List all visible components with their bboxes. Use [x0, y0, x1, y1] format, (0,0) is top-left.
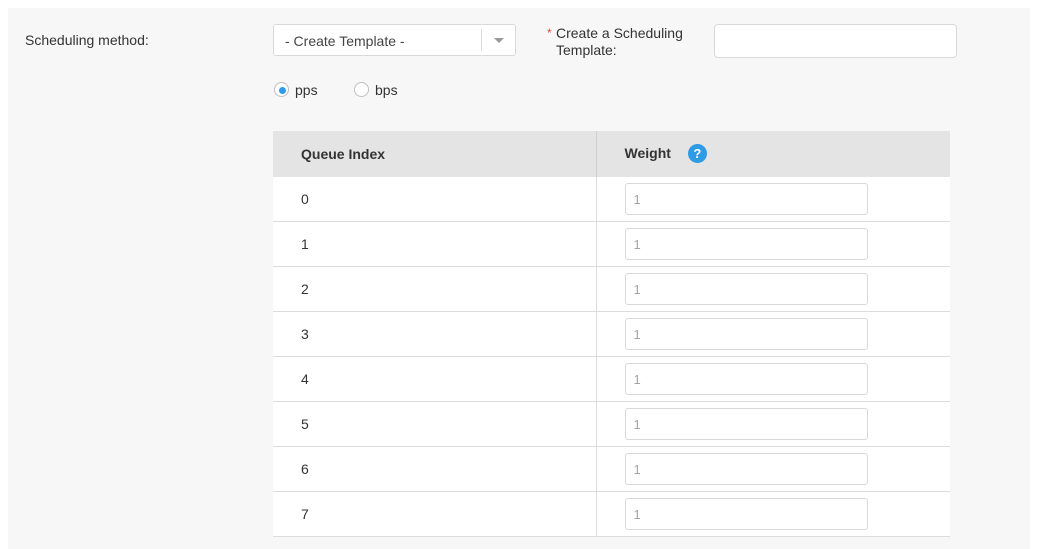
radio-pps-circle[interactable]: [274, 82, 289, 97]
table-row: 5: [273, 401, 950, 447]
scheduling-method-label: Scheduling method:: [25, 32, 149, 48]
table-row: 1: [273, 221, 950, 267]
weight-input[interactable]: [624, 273, 868, 305]
weight-cell: [595, 221, 950, 267]
radio-pps-label[interactable]: pps: [295, 82, 318, 98]
required-marker: *: [547, 26, 552, 40]
weight-cell: [595, 311, 950, 357]
queue-index-header-label: Queue Index: [301, 146, 386, 162]
scheduling-method-select[interactable]: - Create Template -: [273, 24, 516, 56]
help-icon[interactable]: ?: [687, 143, 707, 163]
weight-header: Weight?: [595, 131, 950, 177]
weight-header-label: Weight: [624, 144, 671, 161]
radio-selected-dot: [279, 87, 286, 94]
queue-index-cell: 0: [273, 177, 596, 222]
table-row: 6: [273, 446, 950, 492]
queue-index-cell: 3: [273, 311, 596, 357]
queue-index-cell: 5: [273, 401, 596, 447]
weight-input[interactable]: [624, 408, 868, 440]
weight-cell: [595, 356, 950, 402]
queue-index-header: Queue Index: [273, 131, 596, 177]
radio-bps-label[interactable]: bps: [375, 82, 398, 98]
weight-input[interactable]: [624, 363, 868, 395]
weight-cell: [595, 401, 950, 447]
weight-input[interactable]: [624, 228, 868, 260]
table-row: 2: [273, 266, 950, 312]
queue-weight-table: Queue Index Weight? 0 1 2 3 4 5 6: [273, 131, 950, 537]
weight-input[interactable]: [624, 453, 868, 485]
chevron-down-icon[interactable]: [494, 38, 504, 43]
weight-cell: [595, 266, 950, 312]
table-header-row: Queue Index Weight?: [273, 131, 950, 177]
create-template-label: Create a Scheduling Template:: [556, 25, 683, 58]
table-row: 4: [273, 356, 950, 402]
weight-cell: [595, 446, 950, 492]
table-row: 3: [273, 311, 950, 357]
weight-cell: [595, 491, 950, 537]
queue-index-cell: 7: [273, 491, 596, 537]
create-template-input[interactable]: [714, 24, 957, 58]
queue-index-cell: 1: [273, 221, 596, 267]
weight-input[interactable]: [624, 498, 868, 530]
queue-index-cell: 6: [273, 446, 596, 492]
table-row: 0: [273, 177, 950, 222]
queue-index-cell: 2: [273, 266, 596, 312]
weight-cell: [595, 177, 950, 222]
queue-index-cell: 4: [273, 356, 596, 402]
weight-input[interactable]: [624, 183, 868, 215]
table-row: 7: [273, 491, 950, 537]
select-divider: [481, 29, 482, 51]
weight-input[interactable]: [624, 318, 868, 350]
scheduling-method-value: - Create Template -: [285, 33, 405, 49]
radio-bps-circle[interactable]: [354, 82, 369, 97]
